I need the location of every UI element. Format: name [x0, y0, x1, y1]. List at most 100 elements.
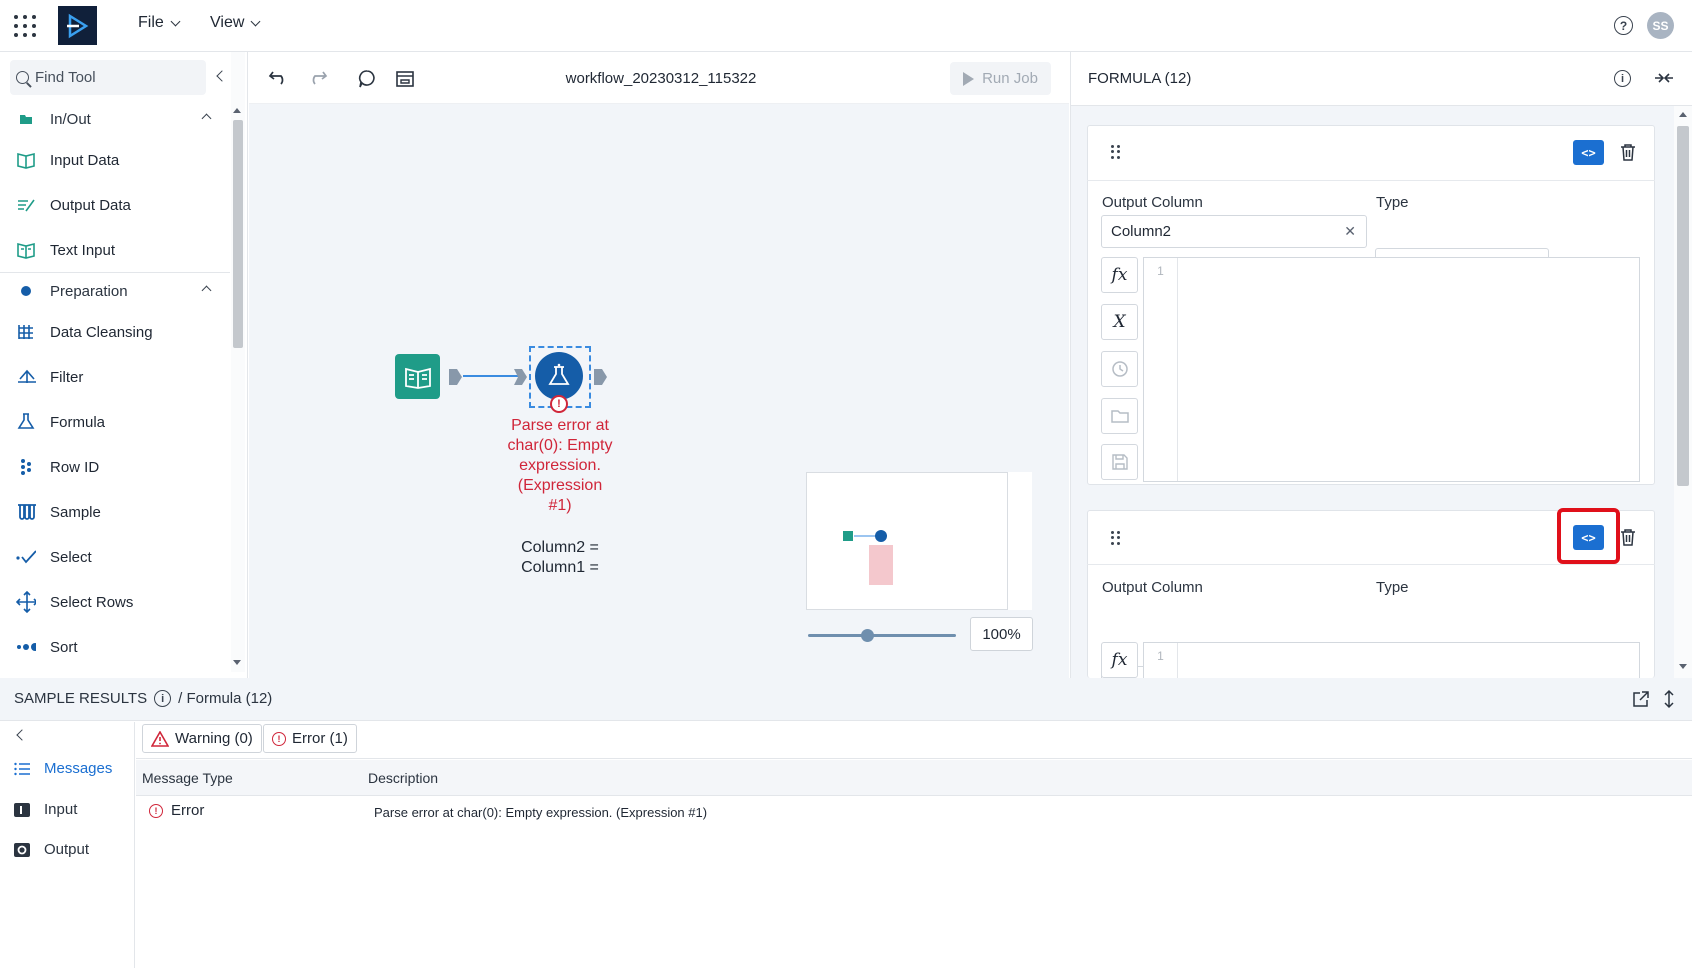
history-icon[interactable] [1101, 351, 1138, 387]
drag-handle-icon[interactable] [1111, 531, 1121, 545]
node-formula-summary: Column2 = Column1 = [521, 539, 599, 576]
type-label: Type [1376, 194, 1409, 211]
nav-label: Output [44, 841, 90, 858]
chevron-up-icon[interactable] [201, 285, 212, 296]
info-icon[interactable]: i [1614, 70, 1631, 87]
function-button[interactable]: fx [1101, 642, 1138, 678]
save-icon[interactable] [1101, 444, 1138, 480]
filter-icon [16, 367, 36, 387]
chevron-down-icon [250, 16, 261, 26]
cleansing-icon [16, 322, 36, 342]
input-anchor-icon [14, 802, 30, 817]
error-icon: ! [272, 731, 286, 746]
info-icon[interactable]: i [154, 690, 172, 707]
tool-label: Sort [50, 638, 78, 656]
variable-button[interactable]: X [1101, 304, 1138, 340]
output-anchor-icon [14, 842, 30, 857]
sidebar-scroll-thumb[interactable] [233, 120, 243, 348]
collapse-panel-icon[interactable] [1654, 69, 1674, 91]
tool-label: Sample [50, 503, 101, 521]
view-menu[interactable]: View [210, 14, 261, 32]
trash-icon[interactable] [1620, 143, 1636, 165]
run-job-button[interactable]: Run Job [950, 62, 1051, 95]
tool-select-rows[interactable]: Select Rows [0, 580, 230, 624]
redo-icon[interactable] [306, 70, 328, 90]
tool-label: Output Data [50, 196, 131, 214]
tool-output-data[interactable]: Output Data [0, 183, 230, 227]
table-row[interactable]: ! [149, 804, 163, 818]
warning-filter-button[interactable]: Warning (0) [142, 724, 262, 753]
tool-sort[interactable]: Sort [0, 625, 230, 669]
column-header-message-type: Message Type [142, 770, 233, 786]
panel-scroll-thumb[interactable] [1677, 126, 1689, 486]
expression-editor[interactable]: 1 [1143, 257, 1640, 482]
help-icon[interactable]: ? [1614, 16, 1633, 35]
minimap[interactable] [806, 472, 1008, 610]
output-column-value: Column2 [1111, 223, 1172, 240]
input-anchor[interactable] [514, 369, 528, 389]
zoom-slider-thumb[interactable] [860, 629, 874, 642]
message-type-cell: Error [171, 802, 205, 819]
sample-icon [16, 502, 36, 522]
scroll-down-icon[interactable] [1679, 664, 1687, 669]
scroll-up-icon[interactable] [1679, 112, 1687, 117]
folder-open-icon[interactable] [1101, 398, 1138, 434]
tool-row-id[interactable]: Row ID [0, 445, 230, 489]
list-icon [14, 762, 30, 775]
results-title-text: SAMPLE RESULTS [14, 690, 148, 707]
tool-input-data[interactable]: Input Data [0, 138, 230, 182]
minimap-preview [843, 530, 893, 585]
container-icon[interactable] [396, 70, 414, 92]
row-id-icon [16, 457, 36, 477]
group-label: In/Out [50, 110, 91, 128]
tool-select[interactable]: Select [0, 535, 230, 579]
search-icon [16, 71, 29, 84]
find-tool-search[interactable]: Find Tool [10, 60, 206, 95]
input-data-node[interactable] [395, 354, 440, 399]
zoom-input[interactable]: 100% [970, 617, 1033, 651]
chevron-up-icon[interactable] [201, 113, 212, 124]
scroll-up-icon[interactable] [233, 108, 241, 113]
workflow-title: workflow_20230312_115322 [565, 70, 757, 87]
file-menu[interactable]: File [138, 14, 181, 32]
code-editor-toggle-button[interactable]: <> [1573, 140, 1604, 165]
nav-label: Input [44, 801, 78, 818]
expression-editor[interactable]: 1 [1143, 642, 1640, 678]
clear-icon[interactable]: ✕ [1344, 223, 1356, 240]
zoom-slider[interactable] [808, 634, 956, 637]
function-button[interactable]: fx [1101, 257, 1138, 293]
nav-messages[interactable]: Messages [14, 760, 112, 777]
scroll-down-icon[interactable] [233, 660, 241, 665]
resize-icon[interactable] [1663, 689, 1675, 713]
output-column-label: Output Column [1102, 194, 1203, 211]
open-external-icon[interactable] [1632, 690, 1650, 712]
tool-label: Select [50, 548, 92, 566]
tool-sample[interactable]: Sample [0, 490, 230, 534]
undo-icon[interactable] [268, 70, 290, 90]
app-grid-icon[interactable] [14, 15, 36, 37]
file-menu-label: File [138, 14, 164, 31]
group-preparation[interactable]: Preparation [0, 269, 230, 313]
tool-data-cleansing[interactable]: Data Cleansing [0, 310, 230, 354]
comment-icon[interactable] [357, 69, 377, 93]
tool-text-input[interactable]: Text Input [0, 228, 230, 272]
play-icon [963, 71, 975, 86]
view-menu-label: View [210, 14, 245, 31]
formula-node[interactable] [535, 352, 583, 400]
tool-formula[interactable]: Formula [0, 400, 230, 444]
product-logo[interactable] [58, 6, 97, 45]
output-column-field[interactable]: Column2 ✕ [1101, 215, 1367, 248]
avatar[interactable]: SS [1647, 12, 1674, 39]
nav-output[interactable]: Output [14, 841, 89, 858]
dot-icon [16, 281, 36, 301]
tool-filter[interactable]: Filter [0, 355, 230, 399]
move-icon [16, 591, 36, 613]
formula-output-anchor[interactable] [594, 369, 608, 389]
minimap-edge [1008, 472, 1032, 610]
trash-icon[interactable] [1620, 528, 1636, 550]
nav-input[interactable]: Input [14, 801, 77, 818]
error-filter-button[interactable]: ! Error (1) [263, 724, 357, 753]
group-in-out[interactable]: In/Out [0, 97, 230, 141]
output-anchor[interactable] [449, 369, 463, 389]
drag-handle-icon[interactable] [1111, 145, 1121, 159]
